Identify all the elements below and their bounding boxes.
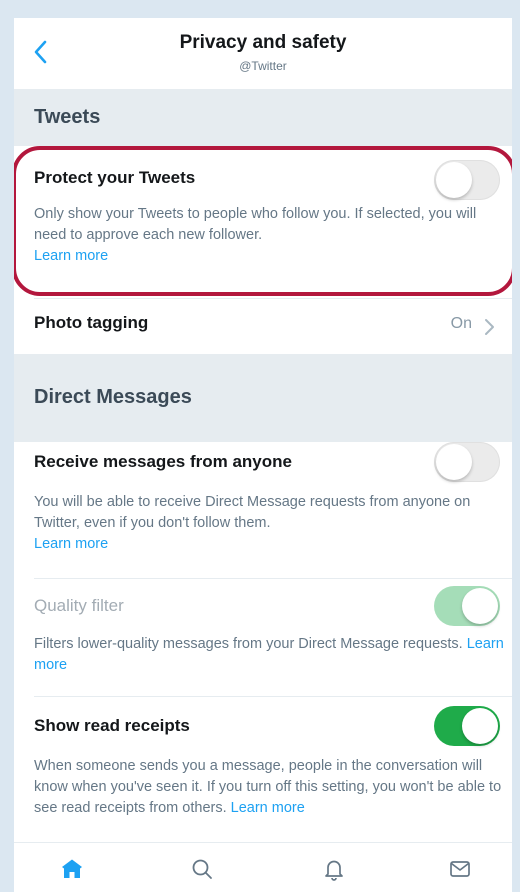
protect-tweets-description: Only show your Tweets to people who foll… [34,204,504,267]
read-receipts-description: When someone sends you a message, people… [34,756,504,819]
tab-messages[interactable] [440,849,480,889]
search-icon [192,859,212,879]
section-header-tweets: Tweets [14,90,512,146]
protect-tweets-label: Protect your Tweets [34,168,196,187]
divider [34,696,512,697]
protect-tweets-toggle[interactable] [434,160,500,200]
read-receipts-label: Show read receipts [34,716,190,735]
receive-messages-toggle[interactable] [434,442,500,482]
nav-header: Privacy and safety @Twitter [14,18,512,90]
page-title: Privacy and safety [179,32,347,53]
description-text: You will be able to receive Direct Messa… [34,494,471,531]
receive-messages-label: Receive messages from anyone [34,452,292,471]
home-icon [62,859,82,878]
tab-search[interactable] [182,849,222,889]
divider [34,578,512,579]
toggle-knob [462,708,498,744]
messages-icon [450,861,470,877]
photo-tagging-value: On [450,315,472,332]
toggle-knob [462,588,498,624]
quality-filter-toggle[interactable] [434,586,500,626]
learn-more-link[interactable]: Learn more [34,248,108,264]
section-title: Direct Messages [34,386,192,408]
toggle-knob [436,444,472,480]
bottom-tab-bar [14,842,512,892]
photo-tagging-label: Photo tagging [34,313,149,332]
page-subtitle: @Twitter [239,59,287,73]
quality-filter-label: Quality filter [34,596,124,615]
learn-more-link[interactable]: Learn more [231,800,305,816]
photo-tagging-row[interactable]: Photo tagging On [14,298,512,354]
learn-more-link[interactable]: Learn more [34,536,108,552]
quality-filter-description: Filters lower-quality messages from your… [34,634,504,676]
notifications-icon [325,860,343,881]
read-receipts-toggle[interactable] [434,706,500,746]
tab-notifications[interactable] [314,849,354,889]
chevron-right-icon [485,319,494,335]
description-text: Only show your Tweets to people who foll… [34,206,477,243]
toggle-knob [436,162,472,198]
receive-messages-description: You will be able to receive Direct Messa… [34,492,504,555]
description-text: Filters lower-quality messages from your… [34,636,463,652]
section-title: Tweets [34,106,101,128]
tab-home[interactable] [52,849,92,889]
section-header-direct-messages: Direct Messages [14,354,512,442]
settings-screen: Privacy and safety @Twitter Tweets Prote… [14,18,512,892]
